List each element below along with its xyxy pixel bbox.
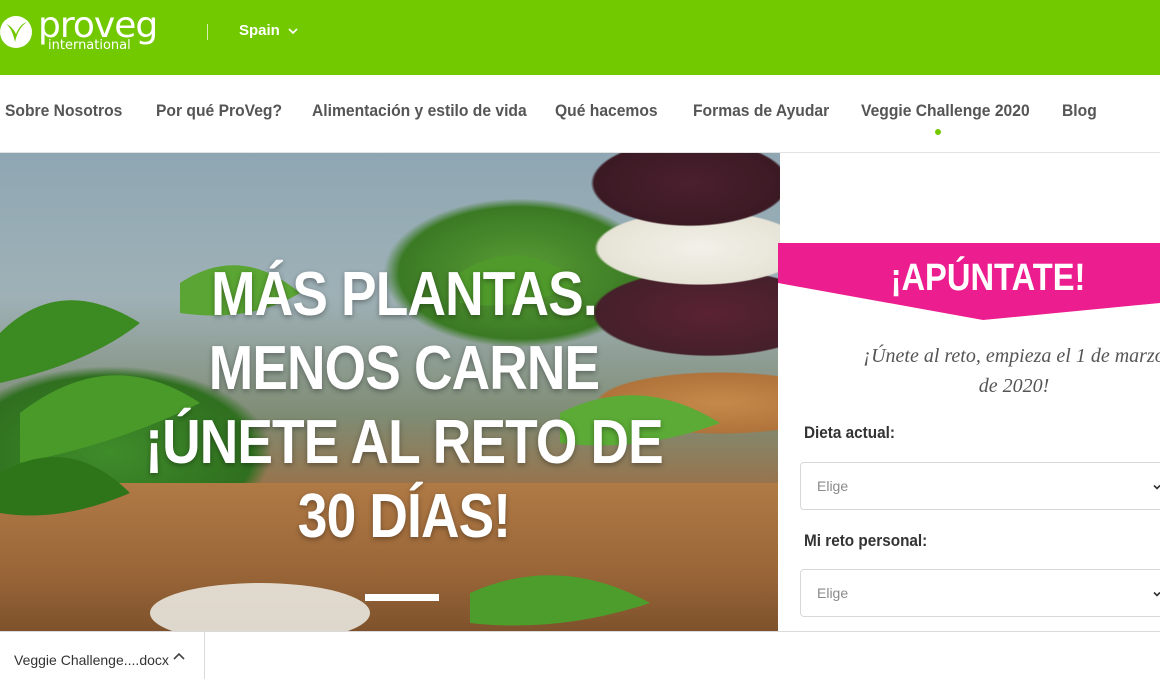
proveg-logo[interactable]: proveg international xyxy=(0,6,175,56)
header-divider xyxy=(207,24,208,40)
top-header-bar: proveg international Spain xyxy=(0,0,1160,75)
signup-subtitle: ¡Únete al reto, empieza el 1 de marzo de… xyxy=(804,341,1160,401)
chevron-down-icon xyxy=(1153,484,1160,490)
diet-select-value: Elige xyxy=(817,478,849,494)
download-bar: Veggie Challenge....docx xyxy=(0,631,1160,679)
nav-item-formas-de-ayudar[interactable]: Formas de Ayudar xyxy=(693,101,829,121)
nav-item-que-hacemos[interactable]: Qué hacemos xyxy=(555,101,658,121)
signup-subtitle-line: de 2020! xyxy=(978,375,1050,397)
signup-subtitle-line: ¡Únete al reto, empieza el 1 de marzo xyxy=(863,345,1160,367)
signup-panel: ¡APÚNTATE! ¡Únete al reto, empieza el 1 … xyxy=(778,243,1160,631)
hero-banner: MÁS PLANTAS. MENOS CARNE ¡ÚNETE AL RETO … xyxy=(0,153,780,631)
proveg-v-logo-icon xyxy=(0,16,32,48)
nav-item-veggie-challenge[interactable]: Veggie Challenge 2020 xyxy=(861,101,1030,121)
download-item[interactable]: Veggie Challenge....docx xyxy=(0,632,205,679)
logo-subtitle: international xyxy=(48,38,131,53)
active-nav-indicator xyxy=(935,129,941,135)
nav-item-sobre-nosotros[interactable]: Sobre Nosotros xyxy=(5,101,122,121)
hero-headline-line: MENOS CARNE xyxy=(208,334,600,403)
chevron-up-icon[interactable] xyxy=(173,652,185,662)
diet-select[interactable]: Elige xyxy=(800,462,1160,510)
country-selector[interactable]: Spain xyxy=(239,22,298,39)
hero-headline-line: ¡ÚNETE AL RETO DE xyxy=(145,408,664,477)
hero-headline: MÁS PLANTAS. MENOS CARNE ¡ÚNETE AL RETO … xyxy=(57,258,752,554)
challenge-select-value: Elige xyxy=(817,585,849,601)
challenge-select[interactable]: Elige xyxy=(800,569,1160,617)
diet-label: Dieta actual: xyxy=(804,423,895,442)
nav-item-blog[interactable]: Blog xyxy=(1062,101,1097,121)
main-navigation: Sobre Nosotros Por qué ProVeg? Alimentac… xyxy=(0,75,1160,153)
chevron-down-icon xyxy=(288,27,298,34)
download-file-name: Veggie Challenge....docx xyxy=(14,652,169,668)
challenge-label: Mi reto personal: xyxy=(804,531,928,550)
nav-item-alimentacion[interactable]: Alimentación y estilo de vida xyxy=(312,101,527,121)
signup-title: ¡APÚNTATE! xyxy=(890,257,1086,299)
hero-headline-line: 30 DÍAS! xyxy=(297,482,511,551)
chevron-down-icon xyxy=(1153,591,1160,597)
nav-item-por-que-proveg[interactable]: Por qué ProVeg? xyxy=(156,101,282,121)
hero-headline-line: MÁS PLANTAS. xyxy=(211,260,597,329)
slider-indicator[interactable] xyxy=(365,594,439,601)
country-selector-label: Spain xyxy=(239,22,280,39)
